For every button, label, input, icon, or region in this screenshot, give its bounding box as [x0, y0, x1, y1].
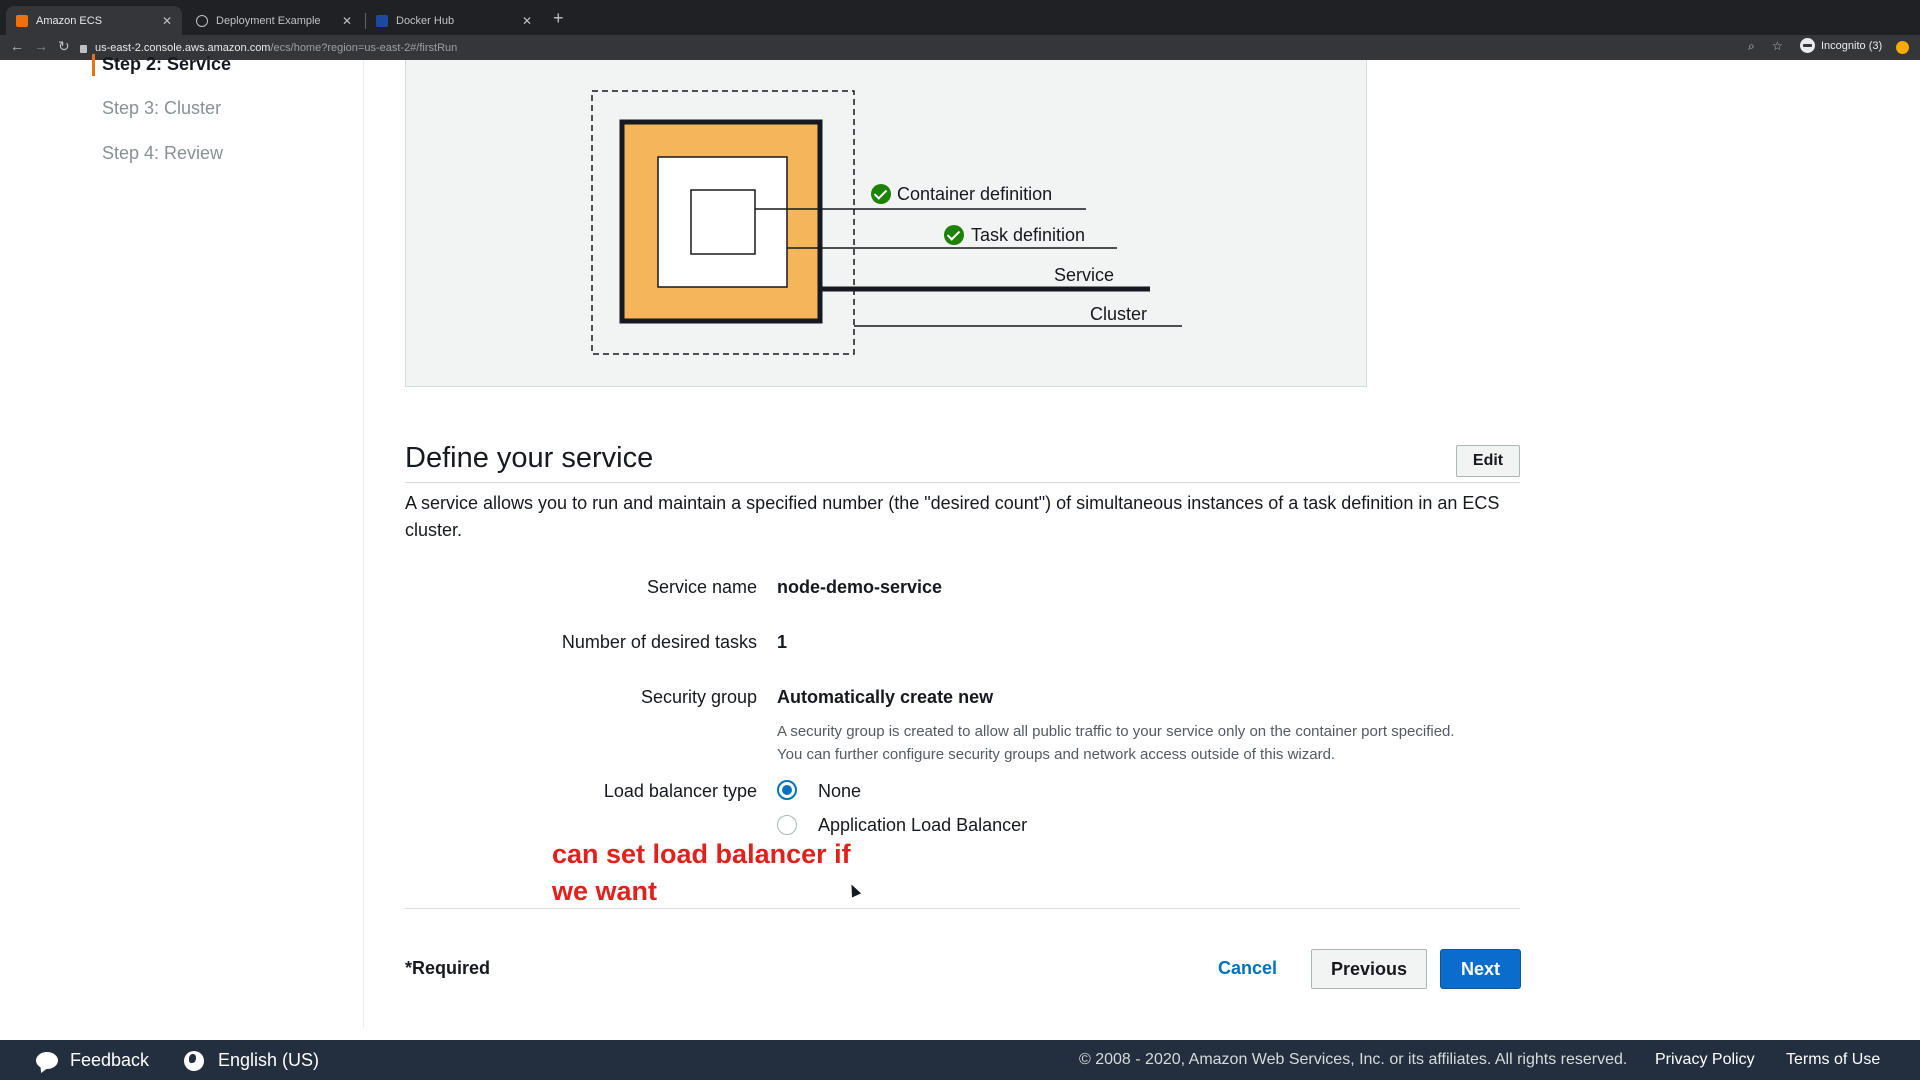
- edit-button[interactable]: Edit: [1456, 445, 1520, 477]
- docker-favicon-icon: [376, 14, 388, 27]
- globe-icon: [184, 1050, 204, 1071]
- console-footer: Feedback English (US) © 2008 - 2020, Ama…: [0, 1040, 1920, 1080]
- security-group-help-line: You can further configure security group…: [777, 746, 1336, 763]
- cluster-label: Cluster: [1090, 304, 1148, 324]
- url-path: /ecs/home?region=us-east-2#/firstRun: [270, 41, 458, 54]
- copyright-text: © 2008 - 2020, Amazon Web Services, Inc.…: [1079, 1051, 1628, 1068]
- required-note: *Required: [405, 958, 491, 978]
- annotation-line: we want: [552, 876, 658, 906]
- profile-label: Incognito (3): [1821, 39, 1883, 52]
- task-definition-label: Task definition: [971, 225, 1086, 245]
- desired-tasks-value: 1: [777, 632, 788, 652]
- step-cluster: Step 3: Cluster: [102, 98, 222, 118]
- ecs-object-diagram: Container definition Task definition Ser…: [405, 60, 1367, 387]
- privacy-policy-link[interactable]: Privacy Policy: [1655, 1051, 1755, 1069]
- feedback-button[interactable]: Feedback: [36, 1050, 149, 1071]
- annotation-line: can set load balancer if: [552, 839, 851, 869]
- language-selector[interactable]: English (US): [184, 1050, 319, 1071]
- browser-tab-bar: Amazon ECS ✕ Deployment Example ✕ Docker…: [0, 0, 1920, 35]
- tab-title: Amazon ECS: [36, 14, 103, 27]
- section-title: Define your service: [405, 442, 654, 474]
- check-circle-icon: [871, 184, 891, 204]
- current-step-indicator: [92, 54, 95, 76]
- feedback-label: Feedback: [70, 1050, 150, 1070]
- reload-icon[interactable]: ↻: [58, 38, 70, 55]
- section-divider: [405, 482, 1520, 483]
- star-icon[interactable]: ☆: [1772, 39, 1783, 53]
- language-label: English (US): [218, 1050, 320, 1070]
- service-name-label: Service name: [646, 577, 757, 597]
- form-divider: [405, 908, 1520, 909]
- browser-toolbar: ← → ↻ us-east-2.console.aws.amazon.com /…: [0, 35, 1920, 60]
- next-button[interactable]: Next: [1440, 949, 1521, 989]
- section-description: A service allows you to run and maintain…: [405, 493, 1500, 540]
- load-balancer-type-label: Load balancer type: [603, 781, 757, 801]
- step-service[interactable]: Step 2: Service: [102, 54, 231, 75]
- tab-title: Docker Hub: [396, 14, 455, 27]
- forward-icon[interactable]: →: [34, 38, 48, 54]
- security-group-value: Automatically create new: [777, 687, 994, 707]
- tab-close-icon[interactable]: ✕: [522, 14, 532, 28]
- incognito-icon: [1800, 38, 1815, 53]
- tab-close-icon[interactable]: ✕: [342, 14, 352, 28]
- terms-of-use-link[interactable]: Terms of Use: [1786, 1051, 1880, 1069]
- diagram-graphic: [591, 90, 1182, 355]
- security-group-label: Security group: [640, 687, 757, 707]
- previous-button[interactable]: Previous: [1311, 949, 1427, 989]
- check-circle-icon: [944, 225, 964, 245]
- load-balancer-alb-label[interactable]: Application Load Balancer: [818, 815, 1027, 836]
- feedback-bubble-icon: [36, 1052, 58, 1069]
- back-icon[interactable]: ←: [10, 38, 24, 54]
- security-group-help: A security group is created to allow all…: [777, 720, 1517, 766]
- tab-deployment-example[interactable]: Deployment Example ✕: [186, 6, 362, 35]
- load-balancer-none-radio[interactable]: [777, 780, 797, 800]
- extension-icon[interactable]: [1896, 41, 1909, 54]
- globe-favicon-icon: [196, 14, 208, 27]
- handwritten-annotation: can set load balancer if we want: [552, 836, 851, 910]
- load-balancer-alb-radio[interactable]: [777, 815, 797, 835]
- tab-title: Deployment Example: [216, 14, 321, 27]
- url-host: us-east-2.console.aws.amazon.com: [95, 41, 271, 54]
- cancel-link[interactable]: Cancel: [1218, 958, 1277, 979]
- aws-favicon-icon: [16, 14, 28, 27]
- incognito-profile-button[interactable]: Incognito (3): [1800, 38, 1882, 53]
- sidebar-divider: [363, 60, 364, 1028]
- step-review: Step 4: Review: [102, 143, 224, 163]
- new-tab-icon[interactable]: +: [553, 8, 564, 29]
- security-group-help-line: A security group is created to allow all…: [777, 723, 1455, 740]
- container-definition-box: [690, 189, 756, 255]
- container-definition-label: Container definition: [897, 184, 1053, 204]
- tab-close-icon[interactable]: ✕: [162, 14, 172, 28]
- desired-tasks-label: Number of desired tasks: [561, 632, 757, 652]
- tab-docker-hub[interactable]: Docker Hub ✕: [366, 6, 542, 35]
- load-balancer-none-label[interactable]: None: [818, 781, 861, 802]
- service-label: Service: [1054, 265, 1115, 285]
- zoom-icon[interactable]: ⌕: [1748, 39, 1755, 54]
- lock-icon: [80, 44, 87, 53]
- service-name-value: node-demo-service: [777, 577, 943, 597]
- tab-amazon-ecs[interactable]: Amazon ECS ✕: [6, 6, 182, 35]
